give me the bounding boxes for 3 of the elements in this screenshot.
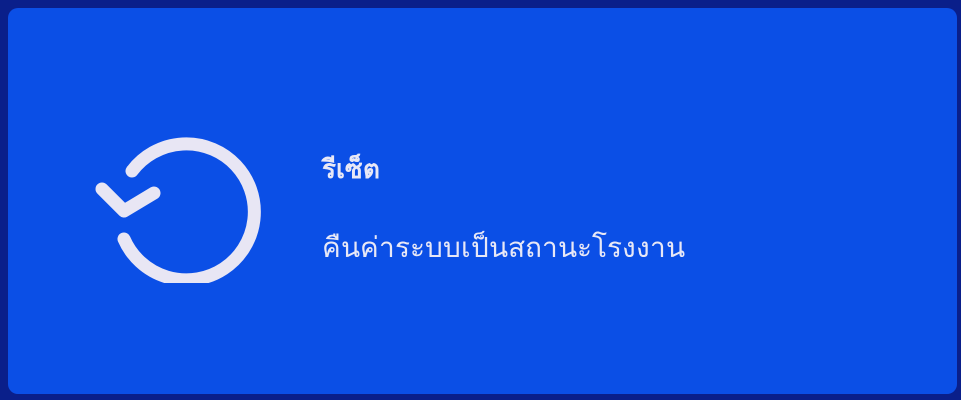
card-title: รีเซ็ต	[322, 152, 381, 186]
card-description: คืนค่าระบบเป็นสถานะโรงงาน	[322, 230, 685, 266]
reset-card[interactable]: รีเซ็ต คืนค่าระบบเป็นสถานะโรงงาน	[8, 8, 957, 394]
